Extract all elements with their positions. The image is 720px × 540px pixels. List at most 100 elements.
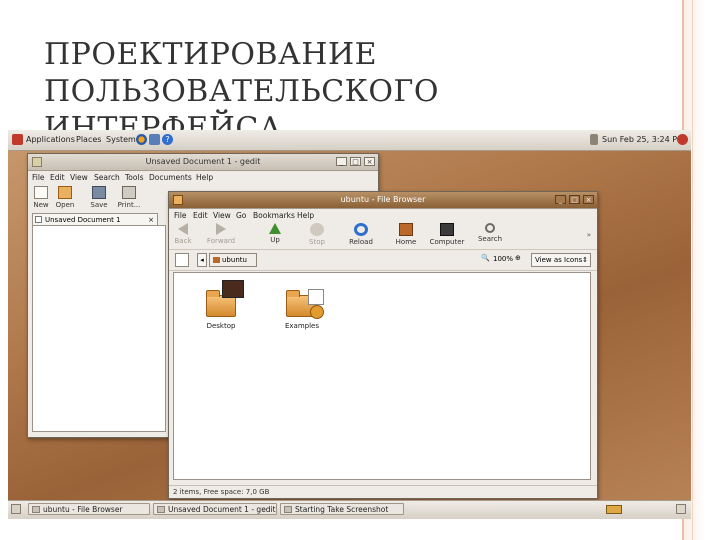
menu-help[interactable]: Help [297, 211, 314, 220]
computer-button[interactable]: Computer [427, 223, 467, 246]
open-button[interactable]: Open [52, 186, 78, 209]
close-button[interactable]: × [364, 157, 375, 166]
taskbar-label: Starting Take Screenshot [295, 505, 389, 514]
gedit-menu-file[interactable]: File [32, 173, 45, 182]
show-desktop-icon[interactable] [11, 504, 21, 514]
taskbar-label: ubuntu - File Browser [43, 505, 123, 514]
location-bar: ◂ ubuntu 🔍 100% ⊕ View as Icons ⇕ [169, 250, 597, 271]
gedit-menu-edit[interactable]: Edit [50, 173, 65, 182]
location-button-ubuntu[interactable]: ubuntu [209, 253, 257, 267]
gedit-tab-label: Unsaved Document 1 [45, 216, 121, 224]
new-document-icon [34, 186, 48, 199]
status-bar: 2 items, Free space: 7,0 GB [169, 485, 597, 498]
gedit-text-area[interactable] [32, 225, 166, 432]
clock[interactable]: Sun Feb 25, 3:24 PM [602, 135, 684, 144]
back-label: Back [174, 237, 192, 245]
zoom-out-icon[interactable]: 🔍 [481, 254, 490, 262]
zoom-in-icon[interactable]: ⊕ [515, 254, 521, 262]
network-icon[interactable] [590, 134, 598, 145]
bottom-panel: ubuntu - File Browser Unsaved Document 1… [8, 500, 691, 519]
minimize-button[interactable]: _ [555, 195, 566, 204]
menu-edit[interactable]: Edit [193, 211, 208, 220]
folder-app-icon [173, 195, 183, 205]
open-label: Open [55, 201, 75, 209]
reload-icon [354, 223, 368, 236]
taskbar-item-gedit[interactable]: Unsaved Document 1 - gedit [153, 503, 277, 515]
forward-button[interactable]: Forward [205, 223, 237, 245]
gedit-menubar: File Edit View Search Tools Documents He… [28, 171, 378, 184]
print-button[interactable]: Print... [116, 186, 142, 209]
path-scroll-left-button[interactable]: ◂ [197, 253, 207, 267]
examples-folder-label[interactable]: Examples [272, 322, 332, 330]
desktop-folder-icon[interactable] [206, 290, 236, 317]
menu-file[interactable]: File [174, 211, 187, 220]
help-icon[interactable]: ? [162, 134, 173, 145]
print-label: Print... [117, 201, 141, 209]
edit-location-icon[interactable] [175, 253, 189, 267]
gedit-titlebar[interactable]: Unsaved Document 1 - gedit _ □ × [28, 154, 378, 171]
zoom-level: 100% [493, 255, 514, 263]
menu-system[interactable]: System [106, 135, 136, 144]
back-button[interactable]: Back [171, 223, 195, 245]
home-icon [399, 223, 413, 236]
select-arrow-icon: ⇕ [582, 256, 588, 264]
search-button[interactable]: Search [475, 223, 505, 243]
location-label: ubuntu [222, 256, 247, 264]
search-icon [485, 223, 495, 233]
stop-button[interactable]: Stop [305, 223, 329, 246]
up-arrow-icon [269, 223, 281, 234]
taskbar-item-screenshot[interactable]: Starting Take Screenshot [280, 503, 404, 515]
maximize-button[interactable]: □ [569, 195, 580, 204]
new-label: New [33, 201, 49, 209]
gedit-menu-documents[interactable]: Documents [149, 173, 192, 182]
menu-go[interactable]: Go [236, 211, 246, 220]
taskbar-item-file-browser[interactable]: ubuntu - File Browser [28, 503, 150, 515]
gedit-menu-tools[interactable]: Tools [125, 173, 143, 182]
document-icon [35, 216, 42, 223]
up-label: Up [270, 236, 280, 244]
toolbar-overflow-icon[interactable]: » [587, 231, 591, 239]
file-browser-titlebar[interactable]: ubuntu - File Browser _ □ × [169, 192, 597, 209]
workspace-switcher[interactable] [606, 505, 622, 514]
task-window-icon [284, 506, 292, 513]
file-icon-view[interactable]: Desktop Examples [173, 272, 591, 480]
new-button[interactable]: New [30, 186, 52, 209]
save-button[interactable]: Save [88, 186, 110, 209]
file-browser-window: ubuntu - File Browser _ □ × File Edit Vi… [168, 191, 598, 499]
file-browser-toolbar: Back Forward Up Stop Reload Home Compute… [169, 223, 597, 250]
close-button[interactable]: × [583, 195, 594, 204]
search-label: Search [477, 235, 503, 243]
slide-title-line-1: ПРОЕКТИРОВАНИЕ [44, 37, 378, 72]
menu-places[interactable]: Places [76, 135, 101, 144]
power-icon[interactable] [677, 134, 688, 145]
minimize-button[interactable]: _ [336, 157, 347, 166]
menu-bookmarks[interactable]: Bookmarks [253, 211, 295, 220]
file-browser-menubar: File Edit View Go Bookmarks Help [169, 209, 597, 222]
back-arrow-icon [178, 223, 188, 235]
ubuntu-desktop: Applications Places System ? Sun Feb 25,… [8, 130, 691, 519]
maximize-button[interactable]: □ [350, 157, 361, 166]
reload-button[interactable]: Reload [347, 223, 375, 246]
desktop-folder-label[interactable]: Desktop [191, 322, 251, 330]
up-button[interactable]: Up [263, 223, 287, 244]
forward-arrow-icon [216, 223, 226, 235]
view-mode-select[interactable]: View as Icons ⇕ [531, 253, 591, 267]
mail-icon[interactable] [149, 134, 160, 145]
link-emblem-icon [310, 305, 324, 319]
view-mode-label: View as Icons [535, 256, 583, 264]
gedit-menu-help[interactable]: Help [196, 173, 213, 182]
task-window-icon [157, 506, 165, 513]
gedit-menu-view[interactable]: View [70, 173, 88, 182]
gedit-menu-search[interactable]: Search [94, 173, 120, 182]
firefox-icon[interactable] [136, 134, 147, 145]
trash-icon[interactable] [676, 504, 686, 514]
menu-view[interactable]: View [213, 211, 231, 220]
reload-label: Reload [349, 238, 373, 246]
gedit-document-tab[interactable]: Unsaved Document 1 × [32, 213, 158, 225]
home-button[interactable]: Home [393, 223, 419, 246]
menu-applications[interactable]: Applications [26, 135, 75, 144]
examples-document-icon [308, 289, 324, 305]
stop-label: Stop [309, 238, 325, 246]
ubuntu-logo-icon[interactable] [12, 134, 23, 145]
task-window-icon [32, 506, 40, 513]
